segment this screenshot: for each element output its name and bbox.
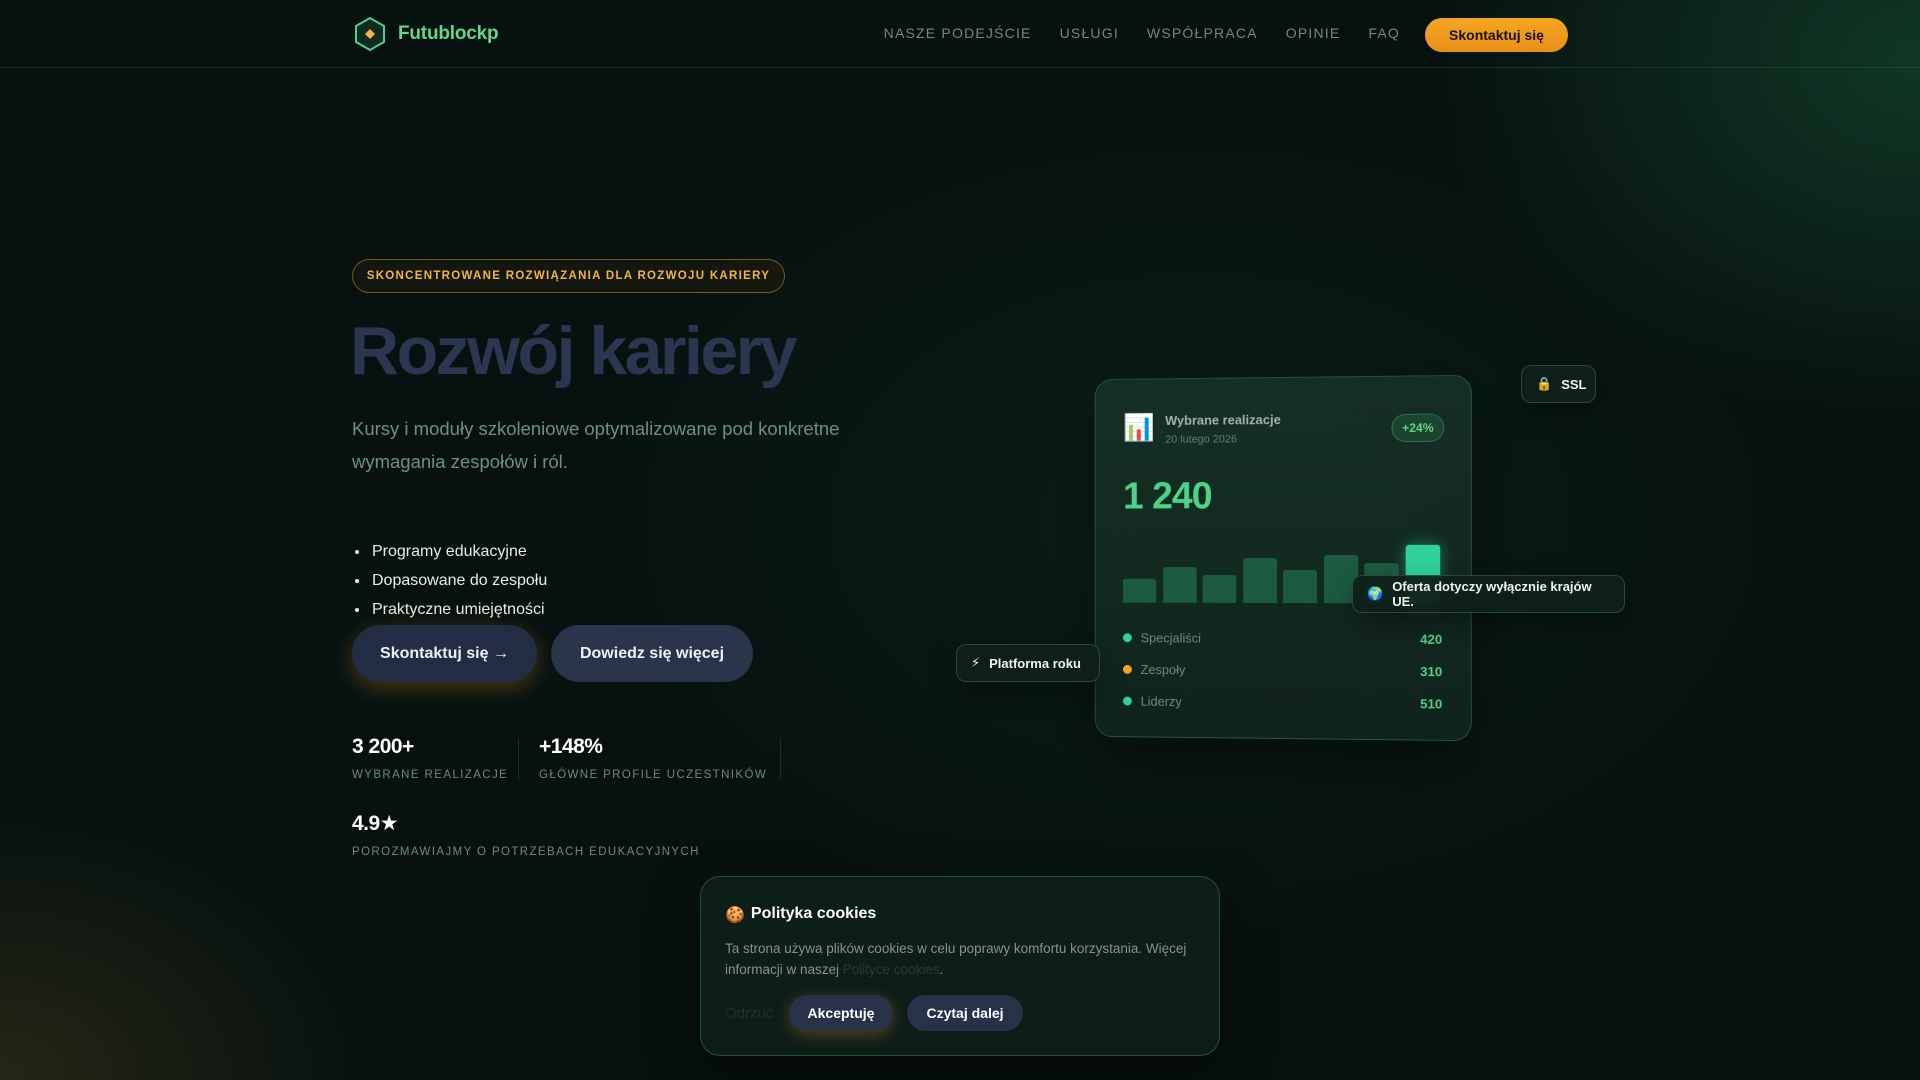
cookie-text-body: Ta strona używa plików cookies w celu po… bbox=[725, 941, 1187, 977]
status-dot bbox=[1122, 664, 1132, 674]
learn-more-button[interactable]: Dowiedz się więcej bbox=[551, 625, 753, 682]
nav-link-cooperation[interactable]: WSPÓŁPRACA bbox=[1147, 25, 1258, 41]
row-label: Specjaliści bbox=[1140, 629, 1202, 646]
hexagon-logo-icon bbox=[352, 16, 388, 52]
nav-links: NASZE PODEJŚCIE USŁUGI WSPÓŁPRACA OPINIE… bbox=[884, 25, 1400, 41]
stat-label: POROZMAWIAJMY O POTRZEBACH EDUKACYJNYCH bbox=[352, 846, 700, 858]
feature-item: Dopasowane do zespołu bbox=[370, 566, 547, 595]
hero-title: Rozwój kariery bbox=[350, 313, 797, 389]
chart-bar bbox=[1122, 578, 1157, 603]
nav-link-services[interactable]: USŁUGI bbox=[1060, 25, 1119, 41]
stat-divider bbox=[780, 738, 781, 780]
bar-chart-icon: 📊 bbox=[1122, 412, 1155, 443]
nav-link-reviews[interactable]: OPINIE bbox=[1286, 25, 1341, 41]
card-row-teams: Zespoły 310 bbox=[1122, 659, 1443, 681]
cookie-icon: 🍪 bbox=[725, 907, 745, 924]
cookie-read-more-button[interactable]: Czytaj dalej bbox=[907, 995, 1023, 1031]
eu-offer-text: Oferta dotyczy wyłącznie krajów UE. bbox=[1392, 579, 1592, 609]
stat-realizations: 3 200+ WYBRANE REALIZACJE bbox=[352, 735, 508, 781]
cookie-reject-button[interactable]: Odrzuć bbox=[725, 1005, 773, 1022]
stat-rating: 4.9★ POROZMAWIAJMY O POTRZEBACH EDUKACYJ… bbox=[352, 811, 700, 858]
logo-text: Futublockp bbox=[398, 23, 499, 44]
globe-icon: 🌍 bbox=[1367, 586, 1384, 601]
logo[interactable]: Futublockp bbox=[352, 16, 499, 52]
stat-profiles: +148% GŁÓWNE PROFILE UCZESTNIKÓW bbox=[539, 735, 767, 781]
card-date: 20 lutego 2026 bbox=[1165, 433, 1238, 446]
nav-link-faq[interactable]: FAQ bbox=[1368, 25, 1400, 41]
lock-icon: 🔒 bbox=[1536, 376, 1553, 391]
row-label: Liderzy bbox=[1140, 693, 1182, 709]
lightning-icon: ⚡ bbox=[971, 655, 981, 670]
hero-subtitle: Kursy i moduły szkoleniowe optymalizowan… bbox=[352, 418, 840, 472]
feature-item: Programy edukacyjne bbox=[370, 537, 547, 566]
stat-label: GŁÓWNE PROFILE UCZESTNIKÓW bbox=[539, 769, 768, 781]
ssl-tag: 🔒 SSL bbox=[1521, 365, 1596, 403]
hero-badge: SKONCENTROWANE ROZWIĄZANIA DLA ROZWOJU K… bbox=[352, 259, 785, 293]
chart-bar bbox=[1202, 574, 1237, 603]
row-value: 510 bbox=[1420, 695, 1443, 712]
chart-bar bbox=[1282, 570, 1317, 604]
feature-item: Praktyczne umiejętności bbox=[370, 595, 547, 624]
platform-tag: ⚡ Platforma roku bbox=[956, 644, 1100, 682]
cookie-accept-button[interactable]: Akceptuję bbox=[789, 995, 893, 1031]
status-dot bbox=[1122, 632, 1132, 642]
contact-button[interactable]: Skontaktuj się → bbox=[352, 625, 537, 682]
stat-label: WYBRANE REALIZACJE bbox=[352, 769, 509, 781]
stat-value: 4.9★ bbox=[352, 812, 399, 835]
card-row-leaders: Liderzy 510 bbox=[1122, 691, 1443, 714]
stat-value: +148% bbox=[539, 735, 603, 758]
stat-value: 3 200+ bbox=[352, 735, 414, 758]
growth-badge: +24% bbox=[1391, 413, 1445, 443]
cookie-text: Ta strona używa plików cookies w celu po… bbox=[725, 938, 1203, 980]
status-dot bbox=[1122, 696, 1132, 706]
row-label: Zespoły bbox=[1140, 661, 1186, 677]
stat-divider bbox=[518, 738, 519, 780]
feature-list: Programy edukacyjne Dopasowane do zespoł… bbox=[370, 537, 547, 624]
cookie-title-text: Polityka cookies bbox=[750, 905, 877, 922]
cookie-title: 🍪 Polityka cookies bbox=[725, 905, 876, 925]
row-value: 420 bbox=[1420, 631, 1443, 647]
platform-tag-text: Platforma roku bbox=[989, 655, 1081, 671]
chart-bar bbox=[1162, 566, 1197, 603]
card-row-specialists: Specjaliści 420 bbox=[1122, 627, 1443, 649]
cookie-policy-link[interactable]: Polityce cookies bbox=[843, 962, 940, 977]
ssl-tag-text: SSL bbox=[1561, 376, 1587, 392]
cookie-banner: 🍪 Polityka cookies Ta strona używa plikó… bbox=[700, 876, 1220, 1056]
row-value: 310 bbox=[1420, 663, 1443, 679]
chart-bar bbox=[1242, 558, 1277, 603]
nav-contact-button[interactable]: Skontaktuj się bbox=[1425, 18, 1568, 52]
card-big-number: 1 240 bbox=[1122, 475, 1212, 518]
nav-link-approach[interactable]: NASZE PODEJŚCIE bbox=[884, 25, 1032, 41]
top-navigation: Futublockp NASZE PODEJŚCIE USŁUGI WSPÓŁP… bbox=[0, 0, 1920, 68]
card-title: Wybrane realizacje bbox=[1165, 412, 1281, 428]
eu-offer-tag: 🌍 Oferta dotyczy wyłącznie krajów UE. bbox=[1352, 575, 1625, 613]
dashboard-card: 📊 Wybrane realizacje 20 lutego 2026 +24%… bbox=[1094, 374, 1472, 742]
cookie-text-end: . bbox=[939, 962, 944, 977]
